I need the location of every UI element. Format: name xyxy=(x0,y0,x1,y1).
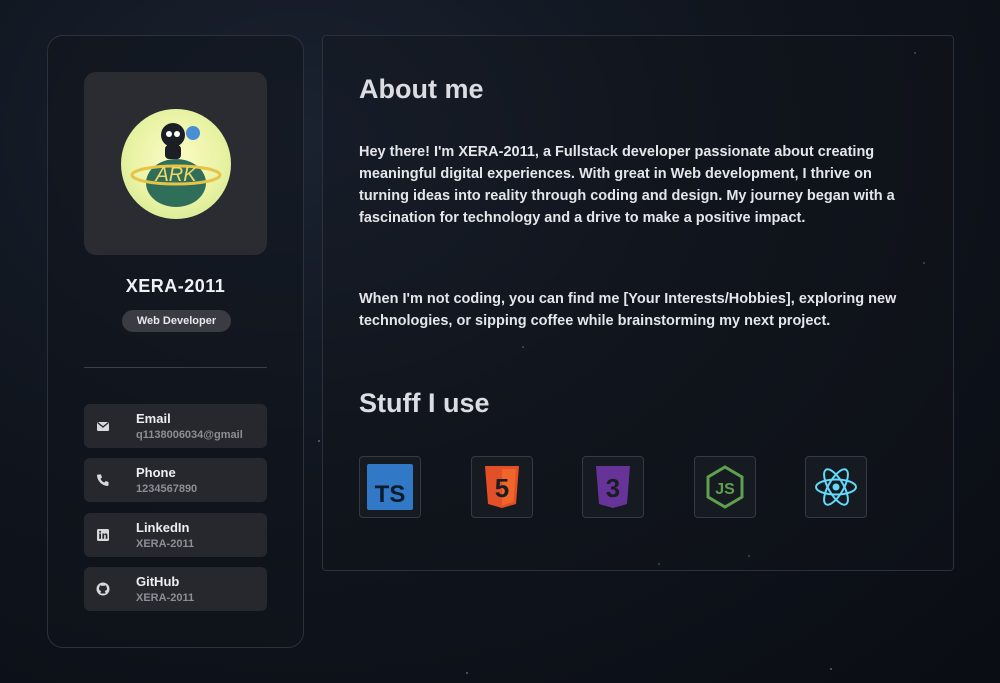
contact-value: 1234567890 xyxy=(136,483,198,495)
mail-icon xyxy=(97,421,109,431)
nodejs-icon: JS xyxy=(706,465,744,509)
svg-text:JS: JS xyxy=(715,481,735,498)
stuff-title: Stuff I use xyxy=(359,388,490,418)
contact-phone[interactable]: Phone 1234567890 xyxy=(84,458,267,502)
contact-github[interactable]: GitHub XERA-2011 xyxy=(84,567,267,611)
contact-email[interactable]: Email q1138006034@gmail xyxy=(84,404,267,448)
role-badge: Web Developer xyxy=(122,310,231,332)
profile-name: XERA-2011 xyxy=(125,276,226,296)
about-paragraph-1: Hey there! I'm XERA-2011, a Fullstack de… xyxy=(359,144,895,226)
svg-text:3: 3 xyxy=(606,473,620,503)
avatar-frame: ARK xyxy=(84,72,267,255)
svg-text:TS: TS xyxy=(375,481,406,508)
contact-value: XERA-2011 xyxy=(136,592,195,604)
avatar-illustration: ARK xyxy=(130,122,221,207)
svg-text:ARK: ARK xyxy=(154,164,198,186)
css3-icon: 3 xyxy=(596,466,630,508)
tool-typescript[interactable]: TS xyxy=(359,456,421,518)
contact-label: GitHub xyxy=(136,574,180,589)
contact-label: Phone xyxy=(136,465,176,480)
tool-html5[interactable]: 5 xyxy=(471,456,533,518)
github-icon xyxy=(96,582,110,596)
contact-value: q1138006034@gmail xyxy=(136,429,243,441)
contact-value: XERA-2011 xyxy=(136,538,195,550)
contact-label: Email xyxy=(136,411,171,426)
linkedin-icon xyxy=(97,529,109,541)
phone-icon xyxy=(97,474,109,486)
html5-icon: 5 xyxy=(485,466,519,508)
tool-react[interactable] xyxy=(805,456,867,518)
profile-sidebar: ARK XERA-2011 Web Developer Email q11380… xyxy=(47,35,304,648)
tool-nodejs[interactable]: JS xyxy=(694,456,756,518)
svg-text:5: 5 xyxy=(495,473,509,503)
avatar: ARK xyxy=(120,108,231,219)
tool-css3[interactable]: 3 xyxy=(582,456,644,518)
contact-linkedin[interactable]: LinkedIn XERA-2011 xyxy=(84,513,267,557)
about-paragraph-2: When I'm not coding, you can find me [Yo… xyxy=(359,291,897,329)
contact-label: LinkedIn xyxy=(136,520,190,535)
react-icon xyxy=(815,468,857,506)
typescript-icon: TS xyxy=(367,464,413,510)
divider xyxy=(84,367,267,368)
about-title: About me xyxy=(359,74,484,104)
about-panel: About me Hey there! I'm XERA-2011, a Ful… xyxy=(322,35,954,571)
